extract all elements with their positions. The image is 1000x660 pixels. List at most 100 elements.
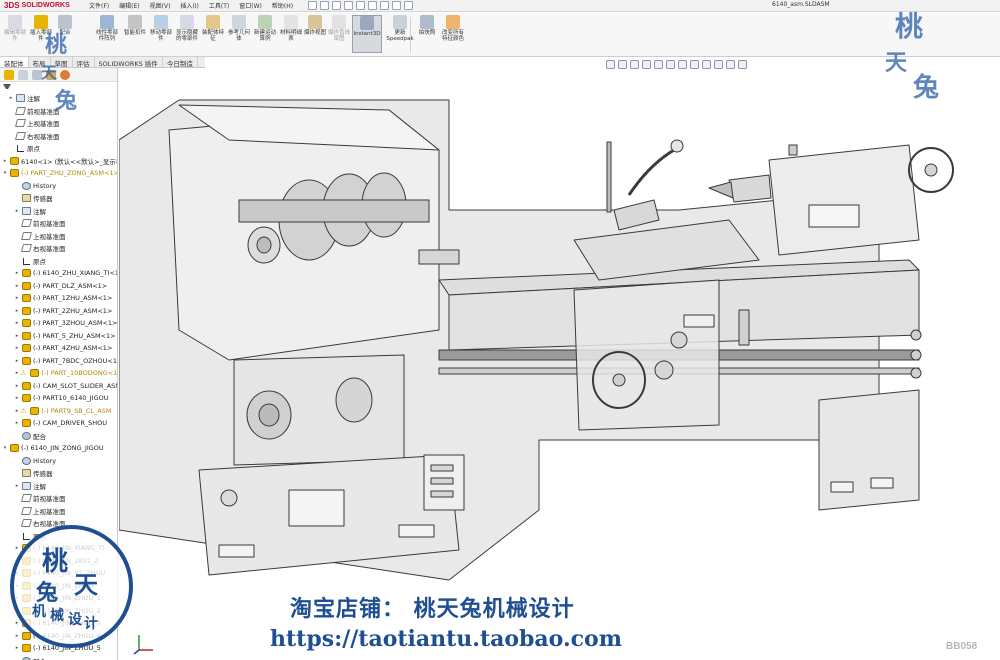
open-icon[interactable] <box>332 1 342 10</box>
menu-edit[interactable]: 编辑(E) <box>116 1 142 10</box>
reference-geometry-button[interactable]: 参考几何体 <box>226 15 252 42</box>
tree-item[interactable]: ▸ (-) 6140_ZHU_XIANG_TI<1> <box>0 267 117 280</box>
tree-item[interactable]: ▸ (-) CAM_DRIVER_SHOU <box>0 417 117 430</box>
property-manager-tab-icon[interactable] <box>18 69 28 80</box>
tree-item[interactable]: ▸ (-) PART_2ZHU_ASM<1> <box>0 305 117 318</box>
edit-component-button[interactable]: 编辑零部件 <box>2 15 28 42</box>
expand-arrow-icon[interactable]: ▸ <box>14 270 20 276</box>
menu-help[interactable]: 帮助(H) <box>269 1 296 10</box>
tree-item[interactable]: 上视基准面 <box>0 505 117 518</box>
pin-icon[interactable] <box>308 1 318 10</box>
tree-item[interactable]: ▸ 注解 <box>0 205 117 218</box>
smart-fasteners-button[interactable]: 智能扣件 <box>122 15 148 36</box>
hide-show-items-icon[interactable] <box>690 60 699 69</box>
expand-arrow-icon[interactable]: ▸ <box>14 283 20 289</box>
tree-item[interactable]: ▸ (-) PART_7BDC_OZHOU<1> <box>0 355 117 368</box>
expand-arrow-icon[interactable]: ▸ <box>14 308 20 314</box>
expand-arrow-icon[interactable]: ▸ <box>14 395 20 401</box>
exploded-view-button[interactable]: 爆炸视图 <box>302 15 328 36</box>
menu-window[interactable]: 窗口(W) <box>236 1 265 10</box>
view-settings-icon[interactable] <box>726 60 735 69</box>
tree-item[interactable]: ▾ (-) 6140_JIN_ZONG_JIGOU <box>0 442 117 455</box>
expand-arrow-icon[interactable]: ▸ <box>14 633 20 639</box>
explode-line-sketch-button[interactable]: 爆炸直线草图 <box>326 15 352 42</box>
menu-tools[interactable]: 工具(T) <box>206 1 232 10</box>
tree-item[interactable]: ▸ ⚠ (-) PART9_SB_CL_ASM <box>0 405 117 418</box>
zoom-area-icon[interactable] <box>618 60 627 69</box>
zoom-fit-icon[interactable] <box>606 60 615 69</box>
expand-arrow-icon[interactable]: ▸ <box>14 208 20 214</box>
tree-item[interactable]: 配合 <box>0 430 117 443</box>
save-icon[interactable] <box>344 1 354 10</box>
rebuild-icon[interactable] <box>392 1 402 10</box>
tree-item[interactable]: 传感器 <box>0 192 117 205</box>
tab-assembly[interactable]: 装配体 <box>0 57 29 68</box>
collapse-arrow-icon[interactable]: ▾ <box>2 445 8 451</box>
linear-pattern-button[interactable]: 线性零部件阵列 <box>94 15 120 42</box>
undo-icon[interactable] <box>368 1 378 10</box>
options-icon[interactable] <box>404 1 414 10</box>
display-style-icon[interactable] <box>678 60 687 69</box>
instant3d-button[interactable]: Instant3D <box>352 15 382 53</box>
expand-arrow-icon[interactable]: ▸ <box>8 95 14 101</box>
tree-item[interactable]: ▸ (-) PART_1ZHU_ASM<1> <box>0 292 117 305</box>
tree-item[interactable]: History <box>0 180 117 193</box>
tree-item[interactable]: 前视基准面 <box>0 217 117 230</box>
expand-arrow-icon[interactable]: ▸ <box>14 645 20 651</box>
expand-arrow-icon[interactable]: ▸ <box>14 420 20 426</box>
tree-item[interactable]: ▸ ⚠ (-) PART_10BODONG<1> <box>0 367 117 380</box>
expand-arrow-icon[interactable]: ▸ <box>14 383 20 389</box>
expand-arrow-icon[interactable]: ▸ <box>14 320 20 326</box>
new-icon[interactable] <box>320 1 330 10</box>
section-view-icon[interactable] <box>642 60 651 69</box>
move-component-button[interactable]: 移动零部件 <box>148 15 174 42</box>
tree-item[interactable]: ▸ (-) CAM_SLOT_SLIDER_ASM <box>0 380 117 393</box>
tree-item[interactable]: ▸ 注解 <box>0 480 117 493</box>
change-feature-colors-button[interactable]: 改变所有特征颜色 <box>440 15 466 42</box>
tree-item[interactable]: ▸ 6140<1> (默认<<默认>_显示状态 1>) <box>0 155 117 168</box>
tab-manufacture[interactable]: 今日制造 <box>163 57 198 68</box>
feature-manager-tab-icon[interactable] <box>4 69 14 80</box>
collapse-arrow-icon[interactable]: ▾ <box>2 170 8 176</box>
assembly-features-button[interactable]: 装配体特征 <box>200 15 226 42</box>
tree-item[interactable]: 上视基准面 <box>0 117 117 130</box>
view-orientation-icon[interactable] <box>666 60 675 69</box>
tree-item[interactable]: ▸ (-) PART10_6140_JIGOU <box>0 392 117 405</box>
tree-item[interactable]: 原点 <box>0 142 117 155</box>
expand-arrow-icon[interactable]: ▸ <box>14 358 20 364</box>
tree-item[interactable]: 上视基准面 <box>0 230 117 243</box>
tree-item[interactable]: 原点 <box>0 255 117 268</box>
show-hidden-components-button[interactable]: 显示隐藏的零部件 <box>174 15 200 42</box>
tree-item[interactable]: 右视基准面 <box>0 130 117 143</box>
tree-item[interactable]: ▸ (-) PART_DLZ_ASM<1> <box>0 280 117 293</box>
menu-view[interactable]: 视图(V) <box>147 1 174 10</box>
monitor-icon[interactable] <box>738 60 747 69</box>
dynamic-annotation-icon[interactable] <box>654 60 663 69</box>
tree-item[interactable]: ▸ (-) PART_5_ZHU_ASM<1> <box>0 330 117 343</box>
tab-addins[interactable]: SOLIDWORKS 插件 <box>95 57 163 68</box>
expand-arrow-icon[interactable]: ▸ <box>2 158 8 164</box>
tree-item[interactable]: 前视基准面 <box>0 492 117 505</box>
menu-file[interactable]: 文件(F) <box>86 1 112 10</box>
expand-arrow-icon[interactable]: ▸ <box>14 483 20 489</box>
expand-arrow-icon[interactable]: ▸ <box>14 345 20 351</box>
take-snapshot-button[interactable]: 拍快照 <box>414 15 440 36</box>
tree-item[interactable]: History <box>0 455 117 468</box>
new-motion-study-button[interactable]: 新建运动算例 <box>252 15 278 42</box>
expand-arrow-icon[interactable]: ▸ <box>14 545 20 551</box>
tree-item[interactable]: 配合 <box>0 655 117 660</box>
tree-item[interactable]: ▸ (-) PART_3ZHOU_ASM<1> <box>0 317 117 330</box>
tree-item[interactable]: ▸ (-) PART_4ZHU_ASM<1> <box>0 342 117 355</box>
bill-of-materials-button[interactable]: 材料明细表 <box>278 15 304 42</box>
previous-view-icon[interactable] <box>630 60 639 69</box>
expand-arrow-icon[interactable]: ▸ <box>14 333 20 339</box>
expand-arrow-icon[interactable]: ▸ <box>14 620 20 626</box>
filter-icon[interactable] <box>3 84 11 90</box>
solidworks-logo[interactable]: 3DS SOLIDWORKS <box>0 0 86 12</box>
expand-arrow-icon[interactable]: ▸ <box>14 295 20 301</box>
print-icon[interactable] <box>356 1 366 10</box>
select-icon[interactable] <box>380 1 390 10</box>
graphics-area[interactable] <box>119 70 1000 660</box>
apply-scene-icon[interactable] <box>714 60 723 69</box>
tree-item[interactable]: 传感器 <box>0 467 117 480</box>
